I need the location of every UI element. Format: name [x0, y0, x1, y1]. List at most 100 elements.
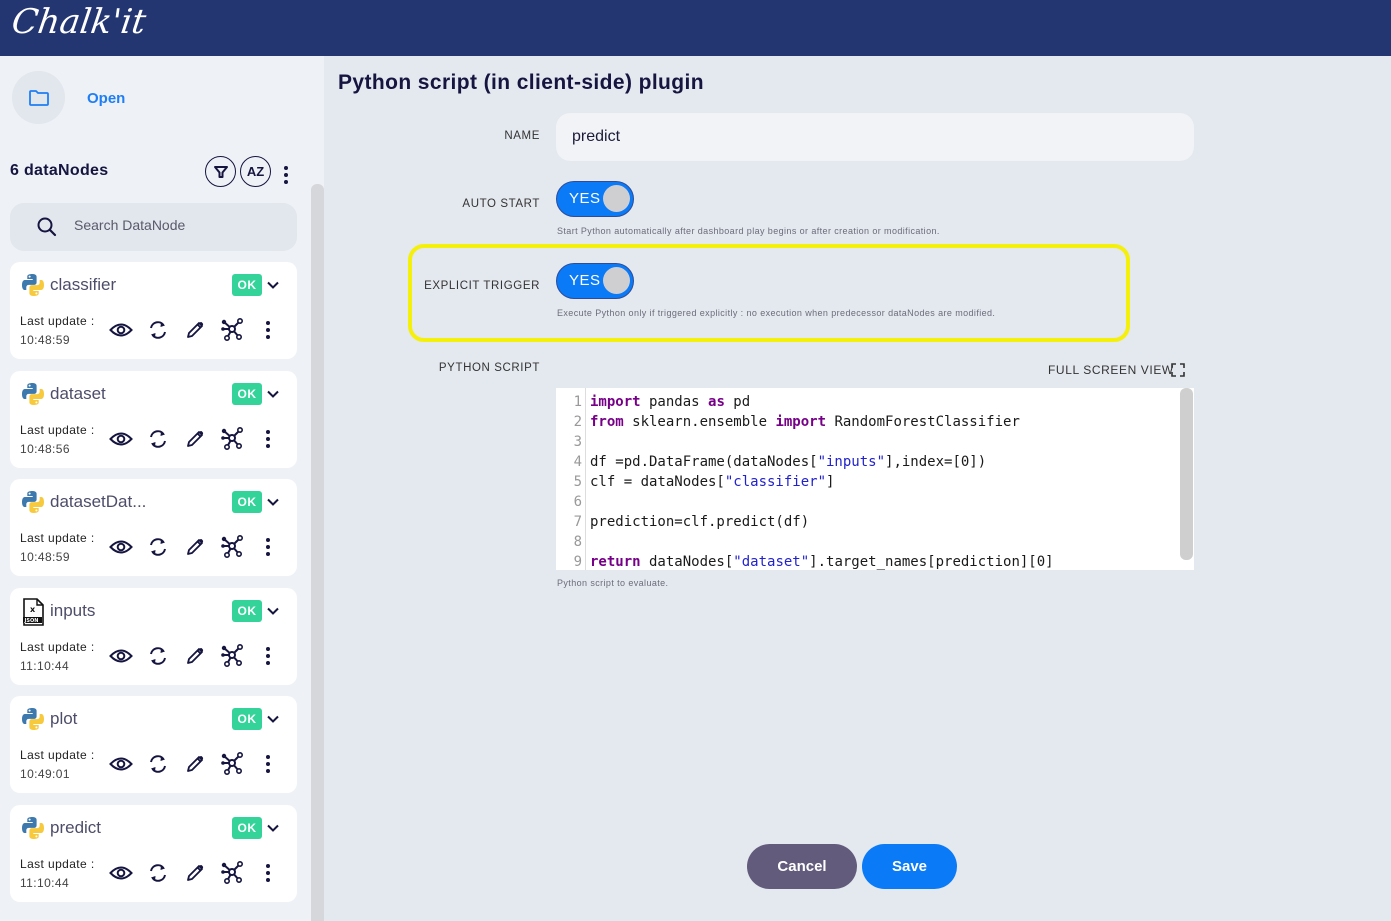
full-screen-view-link[interactable]: FULL SCREEN VIEW	[1048, 363, 1174, 377]
eye-icon[interactable]	[108, 752, 134, 776]
code-line[interactable]: 2 from sklearn.ensemble import RandomFore…	[556, 412, 1176, 432]
explicit-trigger-toggle[interactable]: YES	[556, 263, 634, 299]
datanode-card[interactable]: dataset OK Last update : 10:48:56	[10, 370, 297, 468]
line-number: 9	[573, 554, 582, 570]
code-line[interactable]: 3	[556, 432, 1176, 452]
graph-icon[interactable]	[219, 861, 245, 885]
chevron-down-icon[interactable]	[267, 493, 279, 511]
code-editor[interactable]: 1 import pandas as pd 2 from sklearn.ensemb…	[556, 388, 1194, 570]
sidebar-scrollbar[interactable]	[311, 184, 324, 921]
datanode-card[interactable]: classifier OK Last update : 10:48:59	[10, 262, 297, 359]
filter-button[interactable]	[205, 156, 236, 187]
code-line[interactable]: 5 clf = dataNodes["classifier"]	[556, 472, 1176, 492]
datanode-name[interactable]: inputs	[50, 601, 95, 621]
node-more-button[interactable]	[263, 755, 273, 774]
refresh-icon[interactable]	[145, 644, 171, 668]
auto-start-toggle[interactable]: YES	[556, 181, 634, 217]
python-icon	[20, 815, 46, 841]
node-more-button[interactable]	[263, 538, 273, 557]
last-update-time: 10:49:01	[20, 767, 70, 782]
pencil-icon[interactable]	[182, 535, 208, 559]
datanode-name[interactable]: dataset	[50, 384, 106, 404]
graph-icon[interactable]	[219, 535, 245, 559]
eye-icon[interactable]	[108, 535, 134, 559]
refresh-icon[interactable]	[145, 535, 171, 559]
code-line[interactable]: 4 df =pd.DataFrame(dataNodes["inputs"],in…	[556, 452, 1176, 472]
folder-icon	[28, 89, 49, 106]
graph-icon[interactable]	[219, 318, 245, 342]
python-icon	[20, 381, 46, 407]
chevron-down-icon[interactable]	[267, 819, 279, 837]
eye-icon[interactable]	[108, 318, 134, 342]
node-more-button[interactable]	[263, 321, 273, 339]
code-line[interactable]: 7 prediction=clf.predict(df)	[556, 512, 1176, 532]
graph-icon[interactable]	[219, 643, 245, 668]
code-line[interactable]: 9 return dataNodes["dataset"].target_name…	[556, 552, 1176, 570]
last-update-label: Last update :	[20, 314, 95, 328]
node-more-button[interactable]	[263, 646, 273, 665]
last-update-time: 11:10:44	[20, 658, 70, 673]
line-number: 8	[573, 534, 582, 550]
line-number: 3	[573, 434, 582, 450]
chevron-down-icon[interactable]	[267, 602, 279, 620]
chevron-down-icon[interactable]	[267, 710, 279, 728]
script-hint: Python script to evaluate.	[557, 578, 669, 588]
code-text: from sklearn.ensemble import RandomFores…	[590, 414, 1020, 430]
sidebar-more-button[interactable]	[281, 166, 291, 184]
sort-az-button[interactable]: AZ	[240, 156, 271, 187]
python-icon	[20, 489, 46, 515]
python-icon	[20, 706, 46, 732]
open-button[interactable]	[12, 71, 65, 124]
explicit-trigger-label: EXPLICIT TRIGGER	[424, 280, 540, 292]
eye-icon[interactable]	[108, 644, 134, 668]
python-icon	[20, 272, 46, 298]
code-line[interactable]: 8	[556, 532, 1176, 552]
cancel-button[interactable]: Cancel	[747, 844, 857, 889]
pencil-icon[interactable]	[182, 644, 208, 668]
code-line[interactable]: 6	[556, 492, 1176, 512]
datanode-card[interactable]: x JSON inputs OK Last update : 11:10:44	[10, 587, 297, 685]
datanode-card[interactable]: predict OK Last update : 11:10:44	[10, 805, 297, 902]
refresh-icon[interactable]	[145, 752, 171, 776]
pencil-icon[interactable]	[182, 752, 208, 776]
graph-icon[interactable]	[219, 752, 245, 776]
datanode-name[interactable]: predict	[50, 818, 101, 838]
datanode-name[interactable]: plot	[50, 709, 77, 729]
json-file-icon: x JSON	[20, 597, 46, 626]
node-more-button[interactable]	[263, 429, 273, 448]
datanode-name[interactable]: classifier	[50, 275, 116, 295]
app-logo: Chalk'it	[9, 2, 149, 42]
name-label: NAME	[504, 130, 540, 142]
refresh-icon[interactable]	[145, 318, 171, 342]
last-update-time: 10:48:59	[20, 333, 70, 347]
eye-icon[interactable]	[108, 861, 134, 885]
expand-icon[interactable]	[1170, 362, 1186, 378]
chevron-down-icon[interactable]	[267, 276, 279, 294]
status-badge: OK	[232, 274, 262, 296]
status-badge: OK	[232, 491, 262, 514]
datanode-name[interactable]: datasetDat...	[50, 492, 146, 512]
sort-az-icon: AZ	[246, 164, 265, 179]
name-input[interactable]	[556, 113, 1194, 161]
code-line[interactable]: 1 import pandas as pd	[556, 392, 1176, 412]
editor-scrollbar[interactable]	[1180, 388, 1193, 560]
datanode-card[interactable]: datasetDat... OK Last update : 10:48:59	[10, 479, 297, 577]
refresh-icon[interactable]	[145, 861, 171, 885]
eye-icon[interactable]	[108, 427, 134, 451]
pencil-icon[interactable]	[182, 318, 208, 342]
refresh-icon[interactable]	[145, 427, 171, 451]
node-more-button[interactable]	[263, 864, 273, 882]
datanode-card[interactable]: plot OK Last update : 10:49:01	[10, 696, 297, 794]
open-label[interactable]: Open	[87, 90, 125, 107]
explicit-trigger-hint: Execute Python only if triggered explici…	[557, 308, 996, 318]
chevron-down-icon[interactable]	[267, 385, 279, 403]
search-input[interactable]	[74, 217, 284, 233]
pencil-icon[interactable]	[182, 427, 208, 451]
pencil-icon[interactable]	[182, 861, 208, 885]
graph-icon[interactable]	[219, 426, 245, 451]
status-badge: OK	[232, 599, 262, 622]
last-update-label: Last update :	[20, 857, 95, 871]
last-update-label: Last update :	[20, 748, 95, 763]
save-button[interactable]: Save	[862, 844, 957, 889]
code-text: prediction=clf.predict(df)	[590, 514, 810, 530]
